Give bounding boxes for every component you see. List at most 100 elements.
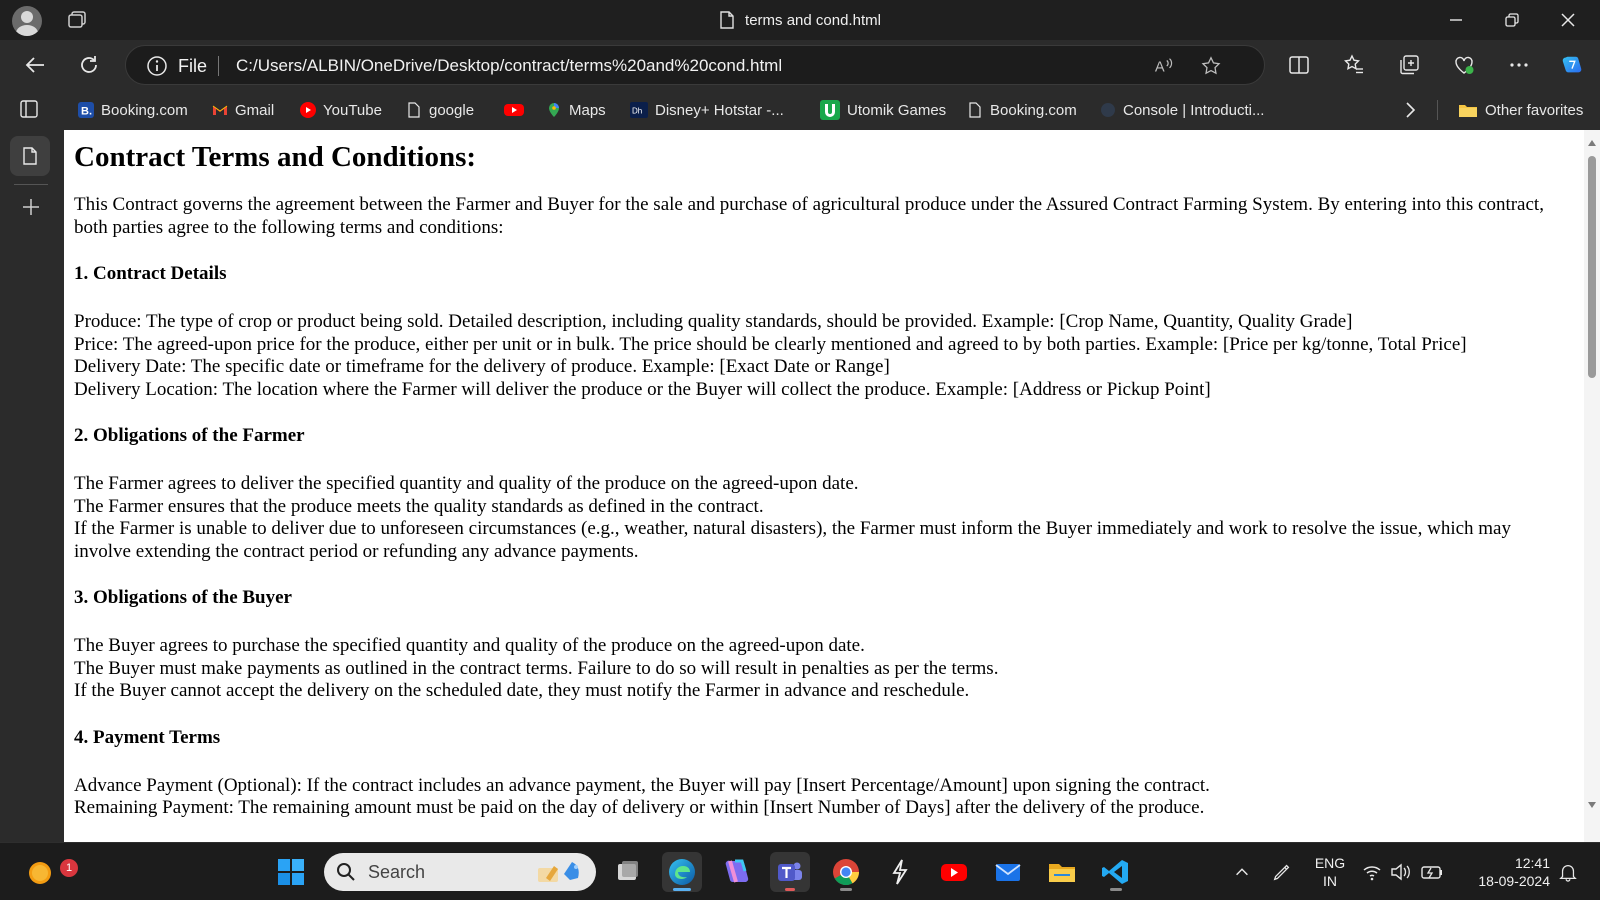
favorite-console[interactable]: Console | Introducti... bbox=[1100, 98, 1264, 122]
search-icon bbox=[337, 863, 355, 881]
favorite-label: Booking.com bbox=[990, 101, 1077, 119]
settings-more-button[interactable] bbox=[1502, 48, 1536, 82]
task-view-button[interactable] bbox=[608, 852, 648, 892]
favorites-button[interactable] bbox=[1337, 48, 1371, 82]
document: Contract Terms and Conditions: This Cont… bbox=[74, 130, 1554, 820]
taskbar-copilot[interactable] bbox=[716, 852, 756, 892]
input-language[interactable]: ENG IN bbox=[1310, 854, 1350, 890]
console-icon bbox=[1100, 102, 1116, 118]
vertical-tabs-panel bbox=[0, 130, 64, 842]
new-tab-button[interactable] bbox=[14, 190, 48, 224]
section-line: Advance Payment (Optional): If the contr… bbox=[74, 774, 1210, 796]
minimize-icon bbox=[1450, 19, 1462, 21]
vscode-icon bbox=[1102, 860, 1128, 884]
svg-text:B.: B. bbox=[81, 106, 92, 118]
language-code: ENG bbox=[1314, 855, 1346, 871]
restore-icon bbox=[1505, 13, 1519, 27]
section-line: Remaining Payment: The remaining amount … bbox=[74, 797, 1205, 818]
restore-button[interactable] bbox=[1484, 0, 1540, 40]
info-icon[interactable] bbox=[146, 55, 168, 77]
notifications-button[interactable] bbox=[1548, 852, 1588, 892]
youtube-icon bbox=[941, 864, 967, 881]
scroll-up-arrow-icon[interactable] bbox=[1587, 138, 1597, 148]
favorite-booking-2[interactable]: Booking.com bbox=[967, 98, 1077, 122]
profile-avatar[interactable] bbox=[12, 6, 42, 36]
search-highlight-icon bbox=[538, 862, 579, 882]
taskbar-youtube[interactable] bbox=[934, 852, 974, 892]
document-icon bbox=[23, 147, 37, 165]
taskbar-chrome[interactable] bbox=[826, 852, 866, 892]
page-icon bbox=[406, 102, 422, 118]
widgets-button[interactable]: 1 bbox=[20, 852, 78, 892]
favorite-youtube[interactable]: YouTube bbox=[300, 98, 382, 122]
hotstar-icon: Dh bbox=[630, 102, 648, 118]
chevron-right-icon bbox=[1406, 102, 1416, 118]
more-dots-icon bbox=[1510, 63, 1528, 67]
taskbar-vscode[interactable] bbox=[1096, 852, 1136, 892]
favorite-google[interactable]: google bbox=[406, 98, 474, 122]
page-title: Contract Terms and Conditions: bbox=[74, 141, 477, 173]
windows-logo-icon bbox=[278, 859, 304, 885]
page-viewport: Contract Terms and Conditions: This Cont… bbox=[64, 130, 1600, 842]
favorite-star-button[interactable] bbox=[1198, 53, 1224, 79]
clock-date: 18-09-2024 bbox=[1478, 873, 1550, 889]
split-screen-button[interactable] bbox=[1282, 48, 1316, 82]
taskbar-teams[interactable] bbox=[770, 852, 810, 892]
tab-divider bbox=[14, 184, 48, 185]
close-button[interactable] bbox=[1540, 0, 1596, 40]
taskbar-file-explorer[interactable] bbox=[1042, 852, 1082, 892]
taskbar-mail[interactable] bbox=[988, 852, 1028, 892]
bell-icon bbox=[1559, 865, 1577, 882]
active-tab[interactable] bbox=[10, 136, 50, 176]
minimize-button[interactable] bbox=[1428, 0, 1484, 40]
svg-text:A: A bbox=[1155, 60, 1165, 76]
site-scheme-label[interactable]: File bbox=[178, 46, 207, 86]
favorite-youtube-2[interactable] bbox=[504, 98, 531, 122]
vertical-tabs-toggle[interactable] bbox=[12, 92, 46, 126]
url-text[interactable]: C:/Users/ALBIN/OneDrive/Desktop/contract… bbox=[236, 46, 782, 86]
section-title: 3. Obligations of the Buyer bbox=[74, 587, 292, 608]
favorite-utomik[interactable]: Utomik Games bbox=[820, 98, 946, 122]
taskbar-app-bolt[interactable] bbox=[880, 852, 920, 892]
running-indicator bbox=[1110, 888, 1122, 891]
star-icon bbox=[1201, 56, 1221, 75]
favorite-hotstar[interactable]: Dh Disney+ Hotstar -... bbox=[630, 98, 784, 122]
scroll-thumb[interactable] bbox=[1588, 156, 1596, 378]
favorites-list-icon bbox=[1344, 54, 1363, 74]
pen-menu-button[interactable] bbox=[1262, 852, 1302, 892]
other-favorites-folder[interactable]: Other favorites bbox=[1458, 98, 1583, 122]
window-title-text: terms and cond.html bbox=[745, 11, 881, 29]
favorite-label: Gmail bbox=[235, 101, 275, 119]
heart-pulse-icon bbox=[1455, 56, 1474, 74]
split-screen-icon bbox=[1289, 56, 1309, 74]
page-scrollbar[interactable] bbox=[1584, 130, 1600, 842]
favorite-booking[interactable]: B. Booking.com bbox=[78, 98, 188, 122]
read-aloud-button[interactable]: A bbox=[1151, 53, 1177, 79]
address-bar[interactable]: File C:/Users/ALBIN/OneDrive/Desktop/con… bbox=[125, 45, 1265, 85]
refresh-button[interactable] bbox=[72, 48, 106, 82]
favorites-overflow-button[interactable] bbox=[1393, 93, 1427, 127]
taskbar-edge[interactable] bbox=[662, 852, 702, 892]
taskbar-search[interactable]: Search bbox=[324, 853, 596, 891]
clock[interactable]: 12:41 18-09-2024 bbox=[1460, 854, 1550, 890]
start-button[interactable] bbox=[271, 852, 311, 892]
svg-text:Dh: Dh bbox=[632, 107, 642, 116]
utomik-icon bbox=[820, 100, 840, 120]
collections-button[interactable] bbox=[1392, 48, 1426, 82]
task-view-icon bbox=[618, 861, 638, 880]
back-button[interactable] bbox=[18, 48, 52, 82]
tab-actions-icon[interactable] bbox=[66, 10, 88, 30]
favorite-gmail[interactable]: Gmail bbox=[212, 98, 274, 122]
scroll-down-arrow-icon[interactable] bbox=[1587, 800, 1597, 810]
favorite-label: Console | Introducti... bbox=[1123, 101, 1265, 119]
show-hidden-icons-button[interactable] bbox=[1222, 852, 1262, 892]
address-divider bbox=[218, 56, 219, 76]
quick-settings-button[interactable] bbox=[1360, 852, 1450, 892]
refresh-icon bbox=[81, 56, 97, 73]
clock-time: 12:41 bbox=[1514, 855, 1550, 871]
plus-icon bbox=[23, 199, 39, 215]
copilot-button[interactable] bbox=[1555, 48, 1589, 82]
favorite-maps[interactable]: Maps bbox=[546, 98, 606, 122]
browser-essentials-button[interactable] bbox=[1447, 48, 1481, 82]
section-line: If the Buyer cannot accept the delivery … bbox=[74, 680, 970, 701]
